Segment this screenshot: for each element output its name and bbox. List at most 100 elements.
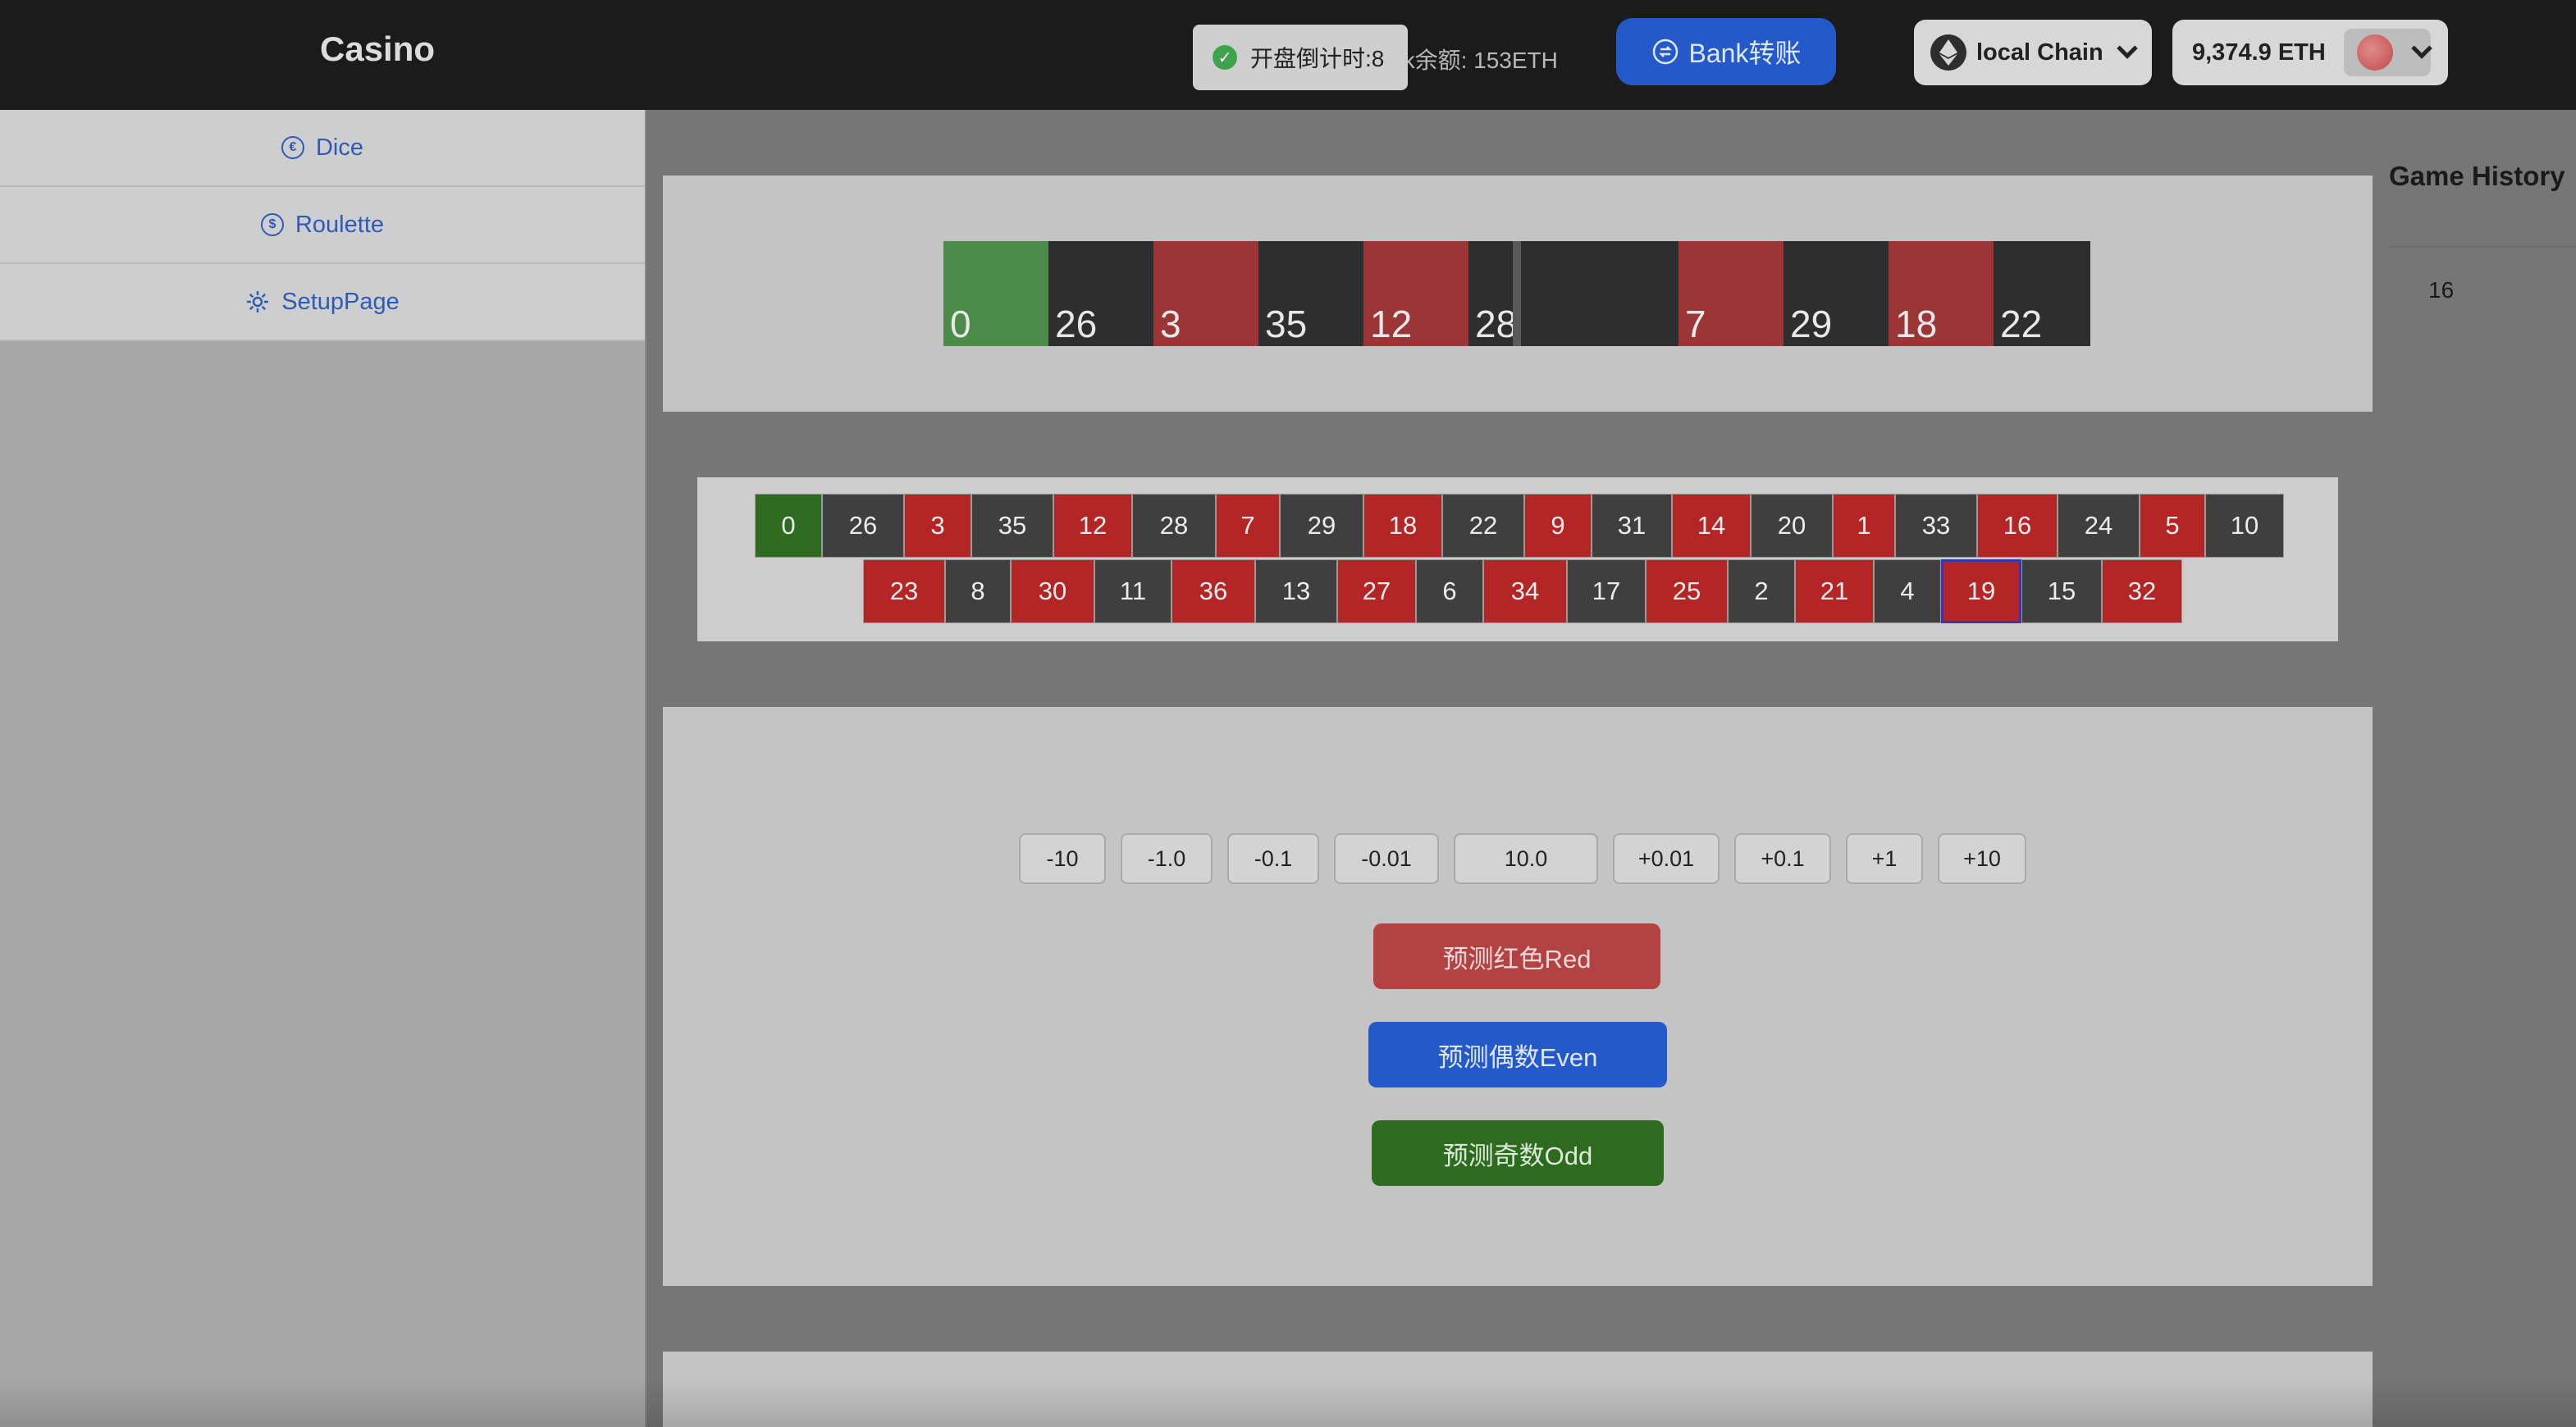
wheel-number-cell: 3 (1153, 241, 1258, 346)
bet-step-button[interactable]: +10 (1938, 833, 2026, 884)
gear-icon (247, 291, 269, 312)
toast-text: 开盘倒计时:8 (1250, 46, 1385, 71)
predict-red-button[interactable]: 预测红色Red (1373, 923, 1660, 989)
chain-selector[interactable]: local Chain (1914, 20, 2152, 85)
game-history-title: Game History (2389, 161, 2565, 191)
roulette-number-34[interactable]: 34 (1483, 559, 1567, 623)
bet-amount-controls: -10 -1.0 -0.1 -0.01 10.0 +0.01 +0.1 +1 +10 (1019, 833, 2026, 884)
roulette-number-1[interactable]: 1 (1833, 494, 1895, 558)
roulette-number-33[interactable]: 33 (1895, 494, 1977, 558)
history-item: 16 (2428, 277, 2455, 303)
roulette-number-30[interactable]: 30 (1011, 559, 1094, 623)
roulette-number-11[interactable]: 11 (1094, 559, 1172, 623)
chevron-down-icon (2116, 38, 2138, 59)
roulette-number-10[interactable]: 10 (2205, 494, 2284, 558)
wheel-number-cell: 35 (1258, 241, 1363, 346)
game-history-panel (2373, 110, 2576, 1427)
wheel-number-cell: 7 (1679, 241, 1784, 346)
bet-step-button[interactable]: +1 (1846, 833, 1923, 884)
wheel-number-cell (1573, 241, 1679, 346)
roulette-number-22[interactable]: 22 (1442, 494, 1524, 558)
brand-title: Casino (320, 30, 436, 68)
roulette-number-8[interactable]: 8 (945, 559, 1011, 623)
sidebar-item-setuppage[interactable]: SetupPage (0, 264, 645, 341)
wheel-number-cell: 28 (1468, 241, 1573, 346)
top-bar: Casino nk余额: 153ETH ✓ 开盘倒计时:8 Bank转账 loc… (0, 0, 2576, 110)
wheel-number: 29 (1790, 303, 1833, 345)
roulette-number-15[interactable]: 15 (2021, 559, 2102, 623)
bottom-shadow (0, 1378, 2576, 1427)
roulette-number-4[interactable]: 4 (1874, 559, 1941, 623)
bank-transfer-label: Bank转账 (1688, 39, 1802, 68)
wheel-pointer (1513, 241, 1521, 346)
bet-step-button[interactable]: -1.0 (1121, 833, 1213, 884)
wheel-number: 28 (1475, 303, 1518, 345)
roulette-number-27[interactable]: 27 (1337, 559, 1416, 623)
roulette-number-24[interactable]: 24 (2058, 494, 2140, 558)
predict-odd-button[interactable]: 预测奇数Odd (1372, 1120, 1664, 1186)
roulette-number-26[interactable]: 26 (822, 494, 904, 558)
chevron-down-icon (2411, 38, 2432, 59)
wheel-number-cell: 29 (1784, 241, 1889, 346)
wheel-number-cell: 18 (1889, 241, 1994, 346)
wheel-number: 18 (1895, 303, 1938, 345)
avatar (2356, 34, 2393, 71)
roulette-number-19[interactable]: 19 (1941, 559, 2021, 623)
wheel-number: 35 (1265, 303, 1308, 345)
sidebar-item-roulette[interactable]: $ Roulette (0, 187, 645, 264)
roulette-number-31[interactable]: 31 (1592, 494, 1672, 558)
wheel-number: 26 (1055, 303, 1098, 345)
roulette-number-9[interactable]: 9 (1524, 494, 1592, 558)
wheel-number-cell: 12 (1363, 241, 1468, 346)
roulette-number-29[interactable]: 29 (1280, 494, 1363, 558)
roulette-number-18[interactable]: 18 (1363, 494, 1442, 558)
roulette-number-21[interactable]: 21 (1795, 559, 1874, 623)
sidebar-item-label: SetupPage (281, 288, 400, 315)
dollar-coin-icon: $ (260, 213, 284, 236)
board-row-2: 23 8 30 11 36 13 27 6 34 17 25 2 21 4 19 15 32 (863, 559, 2182, 623)
bank-transfer-button[interactable]: Bank转账 (1616, 18, 1836, 85)
bet-step-button[interactable]: +0.1 (1734, 833, 1831, 884)
roulette-number-35[interactable]: 35 (971, 494, 1053, 558)
euro-coin-icon: € (281, 136, 304, 159)
roulette-number-0[interactable]: 0 (755, 494, 822, 558)
roulette-number-7[interactable]: 7 (1216, 494, 1280, 558)
sidebar: € Dice $ Roulette SetupPage (0, 110, 646, 1427)
roulette-number-28[interactable]: 28 (1132, 494, 1216, 558)
roulette-number-14[interactable]: 14 (1672, 494, 1751, 558)
bet-amount-input[interactable]: 10.0 (1454, 833, 1598, 884)
ethereum-icon (1930, 34, 1966, 71)
roulette-number-23[interactable]: 23 (863, 559, 945, 623)
wheel-number: 3 (1160, 303, 1181, 345)
roulette-number-5[interactable]: 5 (2140, 494, 2205, 558)
roulette-number-2[interactable]: 2 (1728, 559, 1795, 623)
predict-even-button[interactable]: 预测偶数Even (1368, 1022, 1667, 1087)
sidebar-item-label: Dice (315, 134, 363, 161)
roulette-number-13[interactable]: 13 (1255, 559, 1337, 623)
roulette-number-32[interactable]: 32 (2102, 559, 2182, 623)
chain-label: local Chain (1976, 39, 2103, 66)
roulette-number-17[interactable]: 17 (1567, 559, 1646, 623)
bet-step-button[interactable]: -0.01 (1334, 833, 1439, 884)
bet-step-button[interactable]: +0.01 (1613, 833, 1720, 884)
roulette-number-36[interactable]: 36 (1172, 559, 1255, 623)
check-circle-icon: ✓ (1213, 45, 1237, 70)
board-row-1: 0 26 3 35 12 28 7 29 18 22 9 31 14 20 1 33 16 24 5 10 (755, 494, 2284, 558)
account-avatar-button[interactable] (2343, 29, 2432, 76)
roulette-number-25[interactable]: 25 (1646, 559, 1728, 623)
roulette-number-6[interactable]: 6 (1416, 559, 1483, 623)
account-button[interactable]: 9,374.9 ETH (2172, 20, 2448, 85)
roulette-number-12[interactable]: 12 (1053, 494, 1132, 558)
roulette-number-16[interactable]: 16 (1977, 494, 2058, 558)
bet-step-button[interactable]: -0.1 (1227, 833, 1319, 884)
bet-step-button[interactable]: -10 (1019, 833, 1106, 884)
sidebar-item-dice[interactable]: € Dice (0, 110, 645, 187)
divider (2389, 246, 2576, 248)
roulette-number-3[interactable]: 3 (904, 494, 971, 558)
wheel-number: 22 (2000, 303, 2043, 345)
bet-panel (663, 707, 2373, 1286)
roulette-number-20[interactable]: 20 (1751, 494, 1833, 558)
countdown-toast: ✓ 开盘倒计时:8 (1193, 25, 1408, 90)
wheel-number: 7 (1685, 303, 1706, 345)
exchange-icon (1652, 39, 1678, 65)
